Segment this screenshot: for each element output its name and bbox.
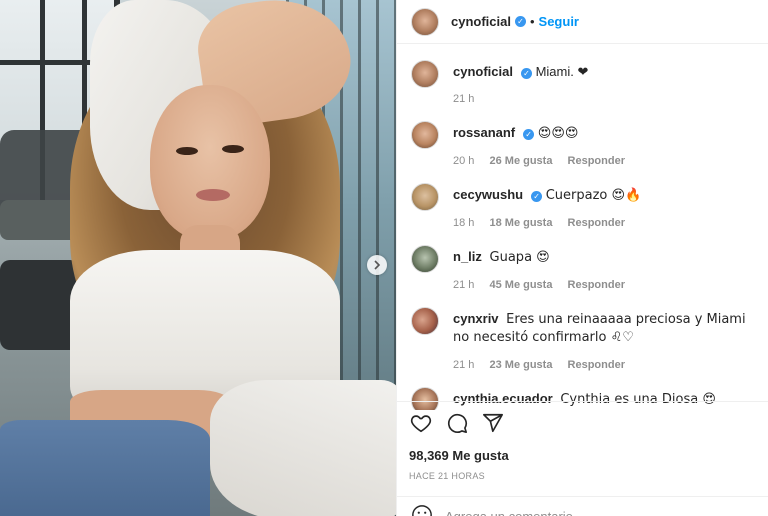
separator: •: [529, 14, 535, 29]
comment-time[interactable]: 18 h: [453, 217, 474, 229]
comment-username[interactable]: cynxriv: [453, 311, 499, 326]
post-header: cynoficial ✓ • Seguir: [397, 0, 768, 44]
post-actions: 98,369 Me gusta HACE 21 HORAS: [397, 401, 768, 481]
verified-icon: ✓: [523, 129, 535, 140]
post-panel: cynoficial ✓ • Seguir cynoficial ✓ Miami.…: [396, 0, 768, 516]
avatar[interactable]: [411, 245, 439, 273]
comment-text: 😍😍😍: [537, 126, 579, 141]
comment-time[interactable]: 21 h: [453, 93, 474, 105]
reply-button[interactable]: Responder: [568, 155, 625, 167]
verified-icon: ✓: [514, 16, 526, 27]
heart-icon[interactable]: [409, 411, 433, 435]
header-username[interactable]: cynoficial: [451, 14, 511, 29]
comment-likes[interactable]: 18 Me gusta: [489, 217, 552, 229]
likes-count[interactable]: 98,369 Me gusta: [409, 448, 757, 463]
eye: [176, 147, 198, 155]
chair: [0, 260, 80, 350]
follow-button[interactable]: Seguir: [539, 14, 579, 29]
reply-button[interactable]: Responder: [568, 279, 625, 291]
comment-likes[interactable]: 45 Me gusta: [489, 279, 552, 291]
jeans: [0, 420, 210, 516]
add-comment-bar: [397, 496, 768, 516]
comment: n_liz Guapa 😍 21 h 45 Me gusta Responder: [411, 245, 754, 291]
comment-likes[interactable]: 26 Me gusta: [489, 155, 552, 167]
verified-icon: ✓: [531, 191, 543, 202]
comment-time[interactable]: 21 h: [453, 359, 474, 371]
comment-icon[interactable]: [445, 411, 469, 435]
avatar[interactable]: [411, 60, 439, 88]
comment-username[interactable]: cynoficial: [453, 64, 513, 79]
instagram-post: cynoficial ✓ • Seguir cynoficial ✓ Miami.…: [0, 0, 768, 516]
verified-icon: ✓: [520, 68, 532, 79]
comment-username[interactable]: rossananf: [453, 125, 515, 140]
extended-sleeve: [210, 380, 396, 516]
send-icon[interactable]: [481, 411, 505, 435]
post-time[interactable]: HACE 21 HORAS: [409, 471, 757, 481]
comment-time[interactable]: 21 h: [453, 279, 474, 291]
avatar[interactable]: [411, 183, 439, 211]
comment-likes[interactable]: 23 Me gusta: [489, 359, 552, 371]
chevron-right-icon[interactable]: [367, 255, 387, 275]
post-photo[interactable]: [0, 0, 396, 516]
caption: cynoficial ✓ Miami. ❤ 21 h: [411, 60, 754, 105]
comment-input[interactable]: [445, 509, 725, 516]
comment-username[interactable]: n_liz: [453, 249, 482, 264]
comment-text: Guapa 😍: [489, 250, 550, 265]
eye: [222, 145, 244, 153]
reply-button[interactable]: Responder: [568, 217, 625, 229]
avatar[interactable]: [411, 307, 439, 335]
reply-button[interactable]: Responder: [568, 359, 625, 371]
comment: rossananf ✓ 😍😍😍 20 h 26 Me gusta Responde…: [411, 121, 754, 167]
emoji-icon[interactable]: [411, 504, 433, 516]
comment: cynxriv Eres una reinaaaaa preciosa y Mi…: [411, 307, 754, 371]
comment-text: Cuerpazo 😍🔥: [545, 188, 642, 203]
comment-time[interactable]: 20 h: [453, 155, 474, 167]
lips: [196, 189, 230, 201]
comment: cecywushu ✓ Cuerpazo 😍🔥 18 h 18 Me gusta …: [411, 183, 754, 229]
comments-list[interactable]: cynoficial ✓ Miami. ❤ 21 h rossananf ✓ 😍😍😍…: [397, 44, 768, 410]
face: [150, 85, 270, 240]
avatar[interactable]: [411, 7, 439, 36]
comment-username[interactable]: cecywushu: [453, 187, 523, 202]
avatar[interactable]: [411, 121, 439, 149]
comment-text: Miami. ❤: [535, 64, 589, 79]
